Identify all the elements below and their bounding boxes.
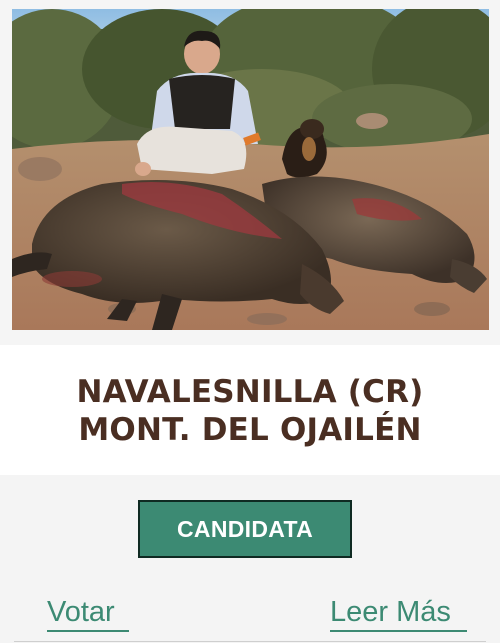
card-title: NAVALESNILLA (CR) MONT. DEL OJAILÉN bbox=[0, 373, 500, 449]
leer-mas-underline bbox=[330, 630, 467, 632]
card-title-line-2: MONT. DEL OJAILÉN bbox=[78, 412, 422, 448]
action-band: CANDIDATA Votar Leer Más bbox=[0, 475, 500, 643]
title-band: NAVALESNILLA (CR) MONT. DEL OJAILÉN bbox=[0, 345, 500, 475]
candidata-button[interactable]: CANDIDATA bbox=[138, 500, 352, 558]
bottom-divider bbox=[14, 641, 486, 642]
photo-area bbox=[0, 0, 500, 345]
candidate-card: NAVALESNILLA (CR) MONT. DEL OJAILÉN CAND… bbox=[0, 0, 500, 643]
photo-illustration bbox=[12, 9, 489, 330]
votar-link[interactable]: Votar bbox=[47, 595, 115, 629]
card-title-line-1: NAVALESNILLA (CR) bbox=[76, 374, 424, 410]
votar-underline bbox=[47, 630, 129, 632]
leer-mas-link[interactable]: Leer Más bbox=[330, 595, 451, 629]
hunting-photo[interactable] bbox=[12, 9, 489, 330]
